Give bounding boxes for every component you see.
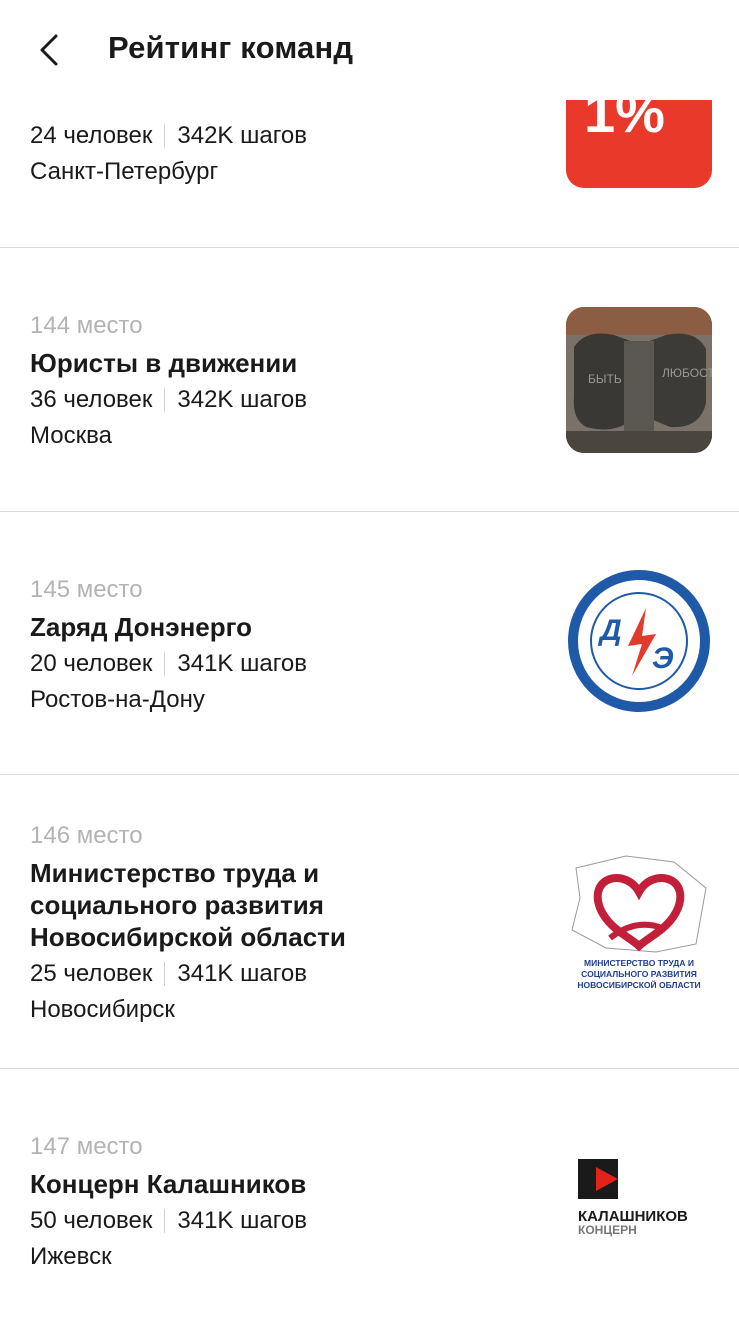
team-members: 20 человек xyxy=(30,650,153,677)
svg-text:БЫТЬ: БЫТЬ xyxy=(588,372,622,386)
svg-text:КОНЦЕРН: КОНЦЕРН xyxy=(578,1223,637,1237)
team-photo: БЫТЬ ЛЮБОСТ xyxy=(566,307,712,453)
team-stats: 25 человек 341K шагов xyxy=(30,960,307,988)
team-logo: МИНИСТЕРСТВО ТРУДА И СОЦИАЛЬНОГО РАЗВИТИ… xyxy=(566,848,712,994)
team-stats: 50 человек 341K шагов xyxy=(30,1207,307,1235)
team-steps: 342K шагов xyxy=(177,386,308,413)
svg-text:ЛЮБОСТ: ЛЮБОСТ xyxy=(662,366,712,380)
stats-divider xyxy=(164,1209,166,1233)
team-members: 36 человек xyxy=(30,386,153,413)
team-row[interactable]: 144 место Юристы в движении 36 человек 3… xyxy=(0,248,739,512)
svg-text:Э: Э xyxy=(652,642,674,675)
svg-text:СОЦИАЛЬНОГО РАЗВИТИЯ: СОЦИАЛЬНОГО РАЗВИТИЯ xyxy=(581,969,697,979)
stats-divider xyxy=(164,388,166,412)
team-place: 144 место xyxy=(30,312,143,339)
team-members: 24 человек xyxy=(30,122,153,149)
stats-divider xyxy=(164,962,166,986)
team-stats: 24 человек 342K шагов xyxy=(30,122,307,150)
team-name: Концерн Калашников xyxy=(30,1169,307,1199)
team-stats: 36 человек 342K шагов xyxy=(30,386,307,414)
team-row[interactable]: 146 место Министерство труда и социально… xyxy=(0,775,739,1069)
team-name: Министерство труда и социального развити… xyxy=(30,858,346,952)
svg-text:МИНИСТЕРСТВО ТРУДА И: МИНИСТЕРСТВО ТРУДА И xyxy=(584,958,694,968)
team-city: Ростов-на-Дону xyxy=(30,686,205,713)
team-members: 50 человек xyxy=(30,1207,153,1234)
team-row[interactable]: 147 место Концерн Калашников 50 человек … xyxy=(0,1069,739,1322)
team-city: Санкт-Петербург xyxy=(30,158,219,185)
top-bar: Рейтинг команд xyxy=(0,0,739,100)
team-steps: 342K шагов xyxy=(177,122,308,149)
team-place: 146 место xyxy=(30,822,143,849)
team-place: 145 место xyxy=(30,576,143,603)
team-name: Юристы в движении xyxy=(30,348,298,378)
team-city: Москва xyxy=(30,422,112,449)
back-button[interactable] xyxy=(30,30,70,70)
team-steps: 341K шагов xyxy=(177,650,308,677)
team-logo: Д Э xyxy=(566,568,712,714)
svg-text:НОВОСИБИРСКОЙ ОБЛАСТИ: НОВОСИБИРСКОЙ ОБЛАСТИ xyxy=(577,979,700,990)
team-steps: 341K шагов xyxy=(177,1207,308,1234)
svg-text:Д: Д xyxy=(597,614,622,647)
stats-divider xyxy=(164,124,166,148)
team-stats: 20 человек 341K шагов xyxy=(30,650,307,678)
team-steps: 341K шагов xyxy=(177,960,308,987)
team-members: 25 человек xyxy=(30,960,153,987)
team-logo: КАЛАШНИКОВ КОНЦЕРН xyxy=(566,1139,712,1285)
team-name: Zаряд Донэнерго xyxy=(30,612,252,642)
page-title: Рейтинг команд xyxy=(108,30,354,65)
team-row[interactable]: 145 место Zаряд Донэнерго 20 человек 341… xyxy=(0,512,739,775)
team-city: Ижевск xyxy=(30,1243,112,1270)
stats-divider xyxy=(164,652,166,676)
team-city: Новосибирск xyxy=(30,996,175,1023)
team-place: 147 место xyxy=(30,1133,143,1160)
chevron-left-icon xyxy=(40,34,58,66)
